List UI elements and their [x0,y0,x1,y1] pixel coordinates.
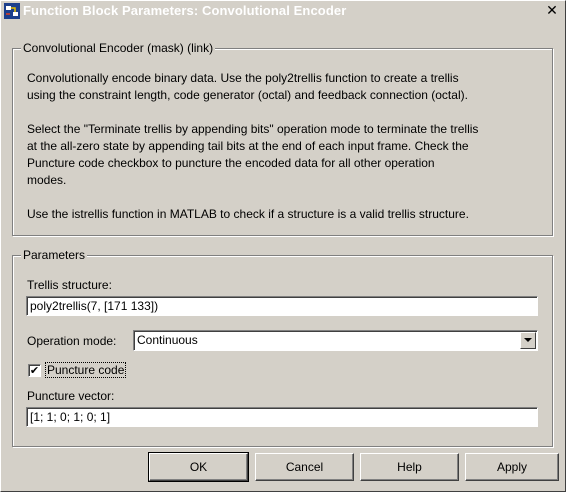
mask-group-legend: Convolutional Encoder (mask) (link) [21,41,216,55]
puncture-vector-input[interactable]: [1; 1; 0; 1; 0; 1] [26,407,538,427]
dialog-window: Function Block Parameters: Convolutional… [0,0,566,492]
description-line: modes. [27,173,67,187]
puncture-code-label[interactable]: Puncture code [44,362,127,378]
cancel-button[interactable]: Cancel [255,453,354,481]
description-line: Select the "Terminate trellis by appendi… [27,122,479,136]
apply-button[interactable]: Apply [465,453,559,481]
ok-button[interactable]: OK [148,452,249,482]
description-line: Convolutionally encode binary data. Use … [27,71,459,85]
puncture-vector-label: Puncture vector: [27,389,115,403]
mask-description-group: Convolutional Encoder (mask) (link) Conv… [12,41,553,236]
description-line: using the constraint length, code genera… [27,88,468,102]
trellis-structure-input[interactable]: poly2trellis(7, [171 133]) [26,296,538,316]
operation-mode-label: Operation mode: [27,334,117,348]
chevron-down-icon[interactable] [520,332,536,349]
description-line: Use the istrellis function in MATLAB to … [27,207,469,221]
operation-mode-value: Continuous [137,333,198,347]
description-line: Puncture code checkbox to puncture the e… [27,156,435,170]
parameters-group: Parameters Trellis structure: poly2trell… [12,248,553,447]
puncture-code-checkbox[interactable]: ✔ [28,364,41,377]
title-bar[interactable]: Function Block Parameters: Convolutional… [1,1,565,21]
operation-mode-dropdown[interactable]: Continuous [133,330,538,351]
window-title: Function Block Parameters: Convolutional… [23,3,347,18]
close-icon[interactable]: ✕ [543,3,561,19]
description-line: at the all-zero state by appending tail … [27,139,469,153]
checkmark-icon: ✔ [29,364,40,377]
parameters-group-legend: Parameters [21,248,88,262]
simulink-block-icon [4,3,20,19]
help-button[interactable]: Help [360,453,459,481]
trellis-structure-label: Trellis structure: [27,278,112,292]
